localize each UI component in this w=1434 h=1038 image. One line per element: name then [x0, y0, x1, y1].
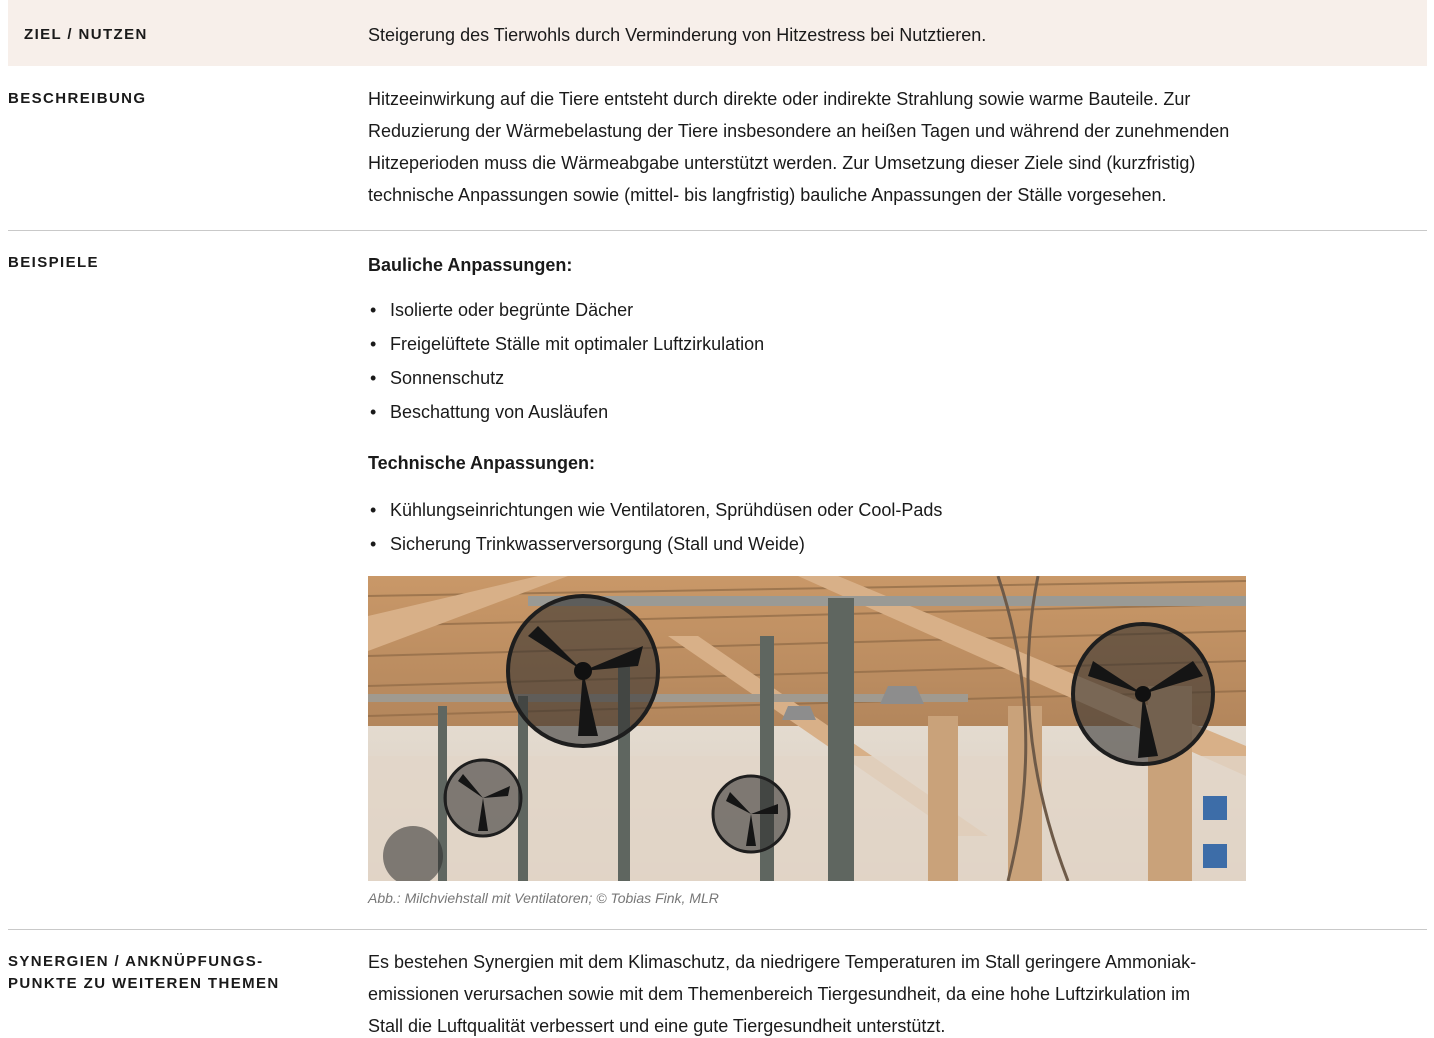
document-page: ZIEL / NUTZEN Steigerung des Tierwohls d…	[0, 0, 1434, 1038]
bullet-icon: •	[370, 300, 377, 320]
ziel-text: Steigerung des Tierwohls durch Verminder…	[368, 25, 987, 45]
row-divider	[8, 230, 1427, 231]
row-label-beschreibung: BESCHREIBUNG	[8, 90, 147, 107]
list-item: • Freigelüftete Ställe mit optimaler Luft…	[368, 327, 764, 361]
bullet-icon: •	[370, 534, 377, 554]
image-caption: Abb.: Milchviehstall mit Ventilatoren; ©…	[368, 890, 719, 906]
bullet-icon: •	[370, 500, 377, 520]
barn-ventilators-photo	[368, 576, 1246, 881]
bauliche-heading: Bauliche Anpassungen:	[368, 255, 573, 275]
beschreibung-line: technische Anpassungen sowie (mittel- bi…	[368, 185, 1167, 205]
synergien-label-line: SYNERGIEN / ANKNÜPFUNGS-	[8, 953, 264, 970]
list-item: • Isolierte oder begrünte Dächer	[368, 293, 764, 327]
synergien-text: Es bestehen Synergien mit dem Klimaschut…	[368, 946, 1427, 1038]
synergien-label-line: PUNKTE ZU WEITEREN THEMEN	[8, 975, 280, 992]
list-item: • Sonnenschutz	[368, 361, 764, 395]
list-item: • Beschattung von Ausläufen	[368, 395, 764, 429]
beschreibung-line: Hitzeeinwirkung auf die Tiere entsteht d…	[368, 89, 1191, 109]
technische-heading: Technische Anpassungen:	[368, 453, 596, 473]
bullet-icon: •	[370, 368, 377, 388]
row-label-beispiele: BEISPIELE	[8, 254, 99, 271]
bullet-icon: •	[370, 334, 377, 354]
row-ziel-nutzen: ZIEL / NUTZEN Steigerung des Tierwohls d…	[8, 0, 1427, 66]
bauliche-list: • Isolierte oder begrünte Dächer • Freigel…	[368, 293, 764, 429]
synergien-line: emissionen verursachen sowie mit dem The…	[368, 984, 1191, 1004]
beschreibung-line: Reduzierung der Wärmebelastung der Tiere…	[368, 121, 1230, 141]
synergien-line: Stall die Luftqualität verbessert und ei…	[368, 1016, 946, 1036]
row-label-synergien: SYNERGIEN / ANKNÜPFUNGS- PUNKTE ZU WEITE…	[8, 951, 348, 995]
row-divider	[8, 929, 1427, 930]
technische-list: • Kühlungseinrichtungen wie Ventilatoren,…	[368, 493, 942, 561]
row-label-ziel: ZIEL / NUTZEN	[24, 26, 148, 43]
synergien-line: Es bestehen Synergien mit dem Klimaschut…	[368, 952, 1197, 972]
beschreibung-text: Hitzeeinwirkung auf die Tiere entsteht d…	[368, 83, 1427, 211]
list-item: • Kühlungseinrichtungen wie Ventilatoren,…	[368, 493, 942, 527]
list-item: • Sicherung Trinkwasserversorgung (Stall …	[368, 527, 942, 561]
beschreibung-line: Hitzeperioden muss die Wärmeabgabe unter…	[368, 153, 1196, 173]
bullet-icon: •	[370, 402, 377, 422]
